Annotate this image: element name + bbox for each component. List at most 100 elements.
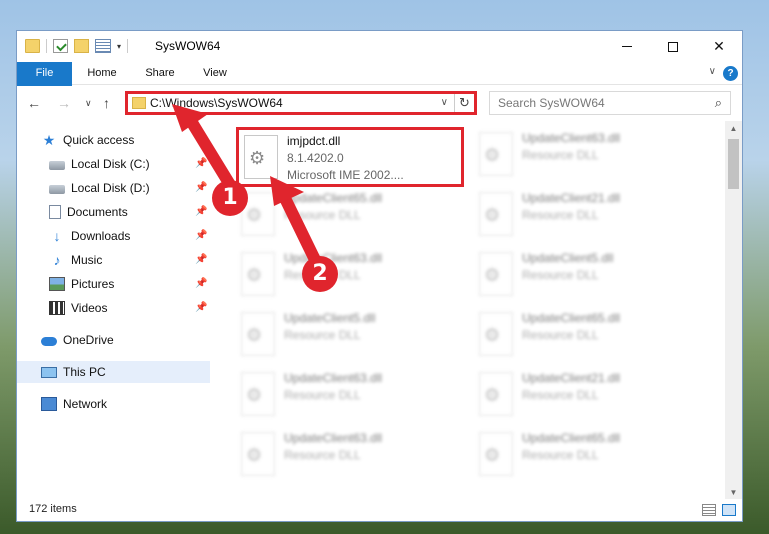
this-pc-icon bbox=[41, 366, 57, 378]
file-name: UpdateClient63.dll bbox=[284, 431, 383, 445]
sidebar-item-this-pc[interactable]: This PC bbox=[17, 361, 210, 383]
disk-icon bbox=[49, 161, 65, 170]
address-dropdown-icon[interactable]: ∨ bbox=[441, 97, 448, 108]
pin-icon[interactable]: 📌 bbox=[195, 302, 207, 313]
pin-icon[interactable]: 📌 bbox=[195, 158, 207, 169]
sidebar-item-label: Downloads bbox=[71, 229, 131, 243]
pin-icon[interactable]: 📌 bbox=[195, 278, 207, 289]
forward-button[interactable]: → bbox=[57, 95, 71, 111]
address-row: ← → ∨ ↑ C:\Windows\SysWOW64 ∨ ↻ Search S… bbox=[17, 86, 742, 120]
dll-file-icon bbox=[241, 252, 275, 296]
sidebar-item-network[interactable]: Network bbox=[17, 393, 210, 415]
sidebar-item-videos[interactable]: Videos 📌 bbox=[17, 297, 210, 319]
sidebar-item-label: Local Disk (C:) bbox=[71, 157, 150, 171]
sidebar-item-onedrive[interactable]: OneDrive bbox=[17, 329, 210, 351]
file-version: 8.1.4202.0 bbox=[287, 151, 344, 165]
scroll-up-icon[interactable]: ▲ bbox=[725, 121, 742, 137]
file-item[interactable]: UpdateClient63.dll Resource DLL bbox=[236, 427, 461, 485]
downloads-icon: ↓ bbox=[53, 228, 61, 244]
file-description: Resource DLL bbox=[522, 388, 599, 402]
minimize-icon bbox=[622, 46, 632, 47]
sidebar-item-quick-access[interactable]: ★ Quick access bbox=[17, 129, 210, 151]
file-description: Microsoft IME 2002.... bbox=[287, 168, 404, 182]
back-button[interactable]: ← bbox=[27, 95, 41, 111]
scroll-thumb[interactable] bbox=[728, 139, 739, 189]
sidebar-item-label: OneDrive bbox=[63, 333, 114, 347]
folder-icon bbox=[132, 97, 146, 109]
file-item[interactable]: UpdateClient5.dll Resource DLL bbox=[236, 307, 461, 365]
help-icon[interactable]: ? bbox=[723, 66, 738, 81]
address-bar[interactable]: C:\Windows\SysWOW64 ∨ ↻ bbox=[125, 91, 477, 115]
sidebar-item-documents[interactable]: Documents 📌 bbox=[17, 201, 210, 223]
file-item[interactable]: UpdateClient65.dll Resource DLL bbox=[236, 187, 461, 245]
recent-locations-button[interactable]: ∨ bbox=[85, 98, 92, 109]
callout-badge-2: 2 bbox=[302, 256, 338, 292]
ribbon: File Home Share View ∨ ? bbox=[17, 62, 742, 120]
file-item[interactable]: UpdateClient65.dll Resource DLL bbox=[474, 307, 699, 365]
file-name: UpdateClient65.dll bbox=[522, 431, 621, 445]
sidebar-item-label: This PC bbox=[63, 365, 106, 379]
quick-access-toolbar: ▾ bbox=[25, 38, 129, 54]
tab-view[interactable]: View bbox=[195, 62, 235, 85]
close-button[interactable]: ✕ bbox=[696, 31, 742, 62]
pin-icon[interactable]: 📌 bbox=[195, 206, 207, 217]
file-name: UpdateClient65.dll bbox=[284, 191, 383, 205]
file-item[interactable]: UpdateClient21.dll Resource DLL bbox=[474, 367, 699, 425]
documents-icon bbox=[49, 205, 61, 219]
file-item-highlighted[interactable]: imjpdct.dll 8.1.4202.0 Microsoft IME 200… bbox=[236, 127, 464, 187]
search-input[interactable]: Search SysWOW64 bbox=[498, 96, 605, 110]
sidebar-item-local-disk-c[interactable]: Local Disk (C:) 📌 bbox=[17, 153, 210, 175]
dll-file-icon bbox=[479, 312, 513, 356]
file-description: Resource DLL bbox=[522, 148, 599, 162]
file-description: Resource DLL bbox=[284, 448, 361, 462]
tab-share[interactable]: Share bbox=[138, 62, 182, 85]
callout-badge-1: 1 bbox=[212, 180, 248, 216]
properties-icon[interactable] bbox=[53, 39, 68, 53]
search-icon[interactable]: ⌕ bbox=[715, 95, 722, 111]
pin-icon[interactable]: 📌 bbox=[195, 230, 207, 241]
sidebar-item-label: Pictures bbox=[71, 277, 115, 291]
sidebar-item-local-disk-d[interactable]: Local Disk (D:) 📌 bbox=[17, 177, 210, 199]
file-item[interactable]: UpdateClient63.dll Resource DLL bbox=[236, 247, 461, 305]
sidebar-item-music[interactable]: ♪ Music 📌 bbox=[17, 249, 210, 271]
dll-file-icon bbox=[241, 432, 275, 476]
sidebar-item-downloads[interactable]: ↓ Downloads 📌 bbox=[17, 225, 210, 247]
view-icon[interactable] bbox=[95, 39, 111, 53]
maximize-button[interactable] bbox=[650, 31, 696, 62]
file-description: Resource DLL bbox=[522, 328, 599, 342]
pin-icon[interactable]: 📌 bbox=[195, 182, 207, 193]
close-icon: ✕ bbox=[713, 38, 725, 54]
details-view-icon[interactable] bbox=[702, 504, 716, 516]
expand-ribbon-icon[interactable]: ∨ bbox=[709, 66, 716, 77]
tab-home[interactable]: Home bbox=[80, 62, 124, 85]
vertical-scrollbar[interactable]: ▲ ▼ bbox=[725, 121, 742, 501]
window-title: SysWOW64 bbox=[155, 39, 221, 53]
address-path[interactable]: C:\Windows\SysWOW64 bbox=[150, 96, 283, 110]
pin-icon[interactable]: 📌 bbox=[195, 254, 207, 265]
file-item[interactable]: UpdateClient21.dll Resource DLL bbox=[474, 187, 699, 245]
sidebar-item-pictures[interactable]: Pictures 📌 bbox=[17, 273, 210, 295]
item-count: 172 items bbox=[29, 503, 77, 515]
file-name: UpdateClient65.dll bbox=[522, 311, 621, 325]
file-item[interactable]: UpdateClient5.dll Resource DLL bbox=[474, 247, 699, 305]
onedrive-icon bbox=[41, 337, 57, 346]
dll-file-icon bbox=[241, 312, 275, 356]
sidebar-item-label: Documents bbox=[67, 205, 128, 219]
file-item[interactable]: UpdateClient65.dll Resource DLL bbox=[474, 427, 699, 485]
explorer-window: ▾ SysWOW64 ✕ File Home Share View ∨ ? ← … bbox=[16, 30, 743, 522]
file-name: UpdateClient21.dll bbox=[522, 191, 621, 205]
large-icons-view-icon[interactable] bbox=[722, 504, 736, 516]
file-item[interactable]: UpdateClient63.dll Resource DLL bbox=[474, 127, 699, 185]
up-button[interactable]: ↑ bbox=[103, 95, 110, 111]
refresh-button[interactable]: ↻ bbox=[454, 94, 474, 112]
search-box[interactable]: Search SysWOW64 ⌕ bbox=[489, 91, 731, 115]
customize-toolbar-icon[interactable]: ▾ bbox=[117, 42, 121, 51]
file-name: imjpdct.dll bbox=[287, 134, 341, 148]
dll-file-icon bbox=[479, 192, 513, 236]
new-folder-icon[interactable] bbox=[74, 39, 89, 53]
minimize-button[interactable] bbox=[604, 31, 650, 62]
file-description: Resource DLL bbox=[522, 448, 599, 462]
file-item[interactable]: UpdateClient63.dll Resource DLL bbox=[236, 367, 461, 425]
file-description: Resource DLL bbox=[522, 208, 599, 222]
file-description: Resource DLL bbox=[284, 388, 361, 402]
